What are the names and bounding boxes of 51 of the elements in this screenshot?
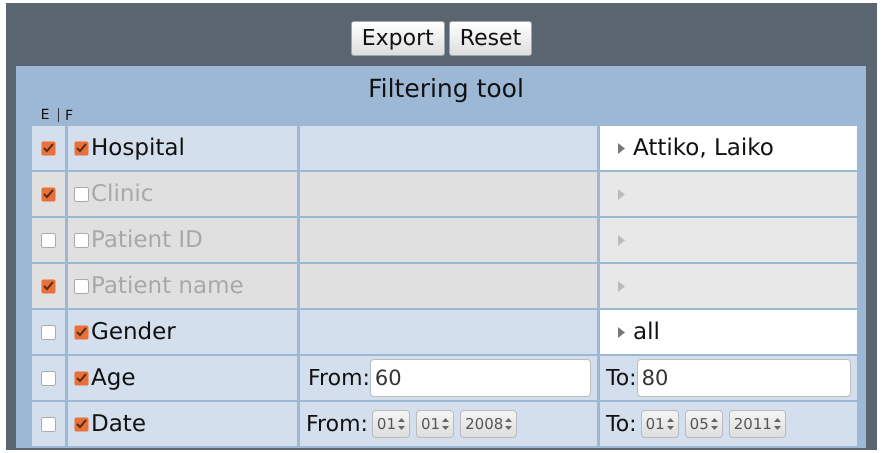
date-spinner[interactable]: 01 (640, 410, 679, 438)
expand-triangle-icon (618, 326, 625, 338)
to-label: To: (606, 366, 637, 390)
toolbar-button[interactable]: Reset (448, 21, 532, 56)
checked-checkbox[interactable] (74, 416, 89, 432)
field-label: Gender (91, 319, 176, 345)
date-spinner[interactable]: 05 (684, 410, 723, 438)
spinner-arrows-icon (398, 417, 406, 431)
field-label: Clinic (91, 181, 154, 207)
checkbox[interactable] (41, 324, 56, 340)
from-label: From: (306, 412, 368, 436)
expand-triangle-icon (618, 234, 625, 246)
date-spinner[interactable]: 01 (416, 410, 454, 438)
toolbar-button[interactable]: Export (350, 21, 445, 56)
checked-checkbox[interactable] (74, 324, 89, 340)
checked-checkbox[interactable] (74, 370, 89, 386)
checked-checkbox[interactable] (41, 140, 56, 156)
checkbox[interactable] (41, 416, 56, 432)
column-header: E (32, 108, 59, 122)
checkbox[interactable] (41, 232, 56, 248)
field-label: Age (91, 365, 136, 391)
date-spinner[interactable]: 2008 (460, 410, 518, 438)
to-input[interactable]: 80 (636, 359, 851, 397)
from-label: From: (308, 366, 370, 390)
checkbox[interactable] (74, 278, 89, 294)
value-dropdown[interactable]: Attiko, Laiko (600, 126, 857, 170)
checkbox[interactable] (74, 232, 89, 248)
date-spinner[interactable]: 01 (372, 410, 410, 438)
checked-checkbox[interactable] (74, 140, 89, 156)
column-header: F (64, 108, 74, 124)
from-input[interactable]: 60 (370, 359, 591, 397)
spinner-arrows-icon (774, 417, 781, 431)
checkbox[interactable] (41, 370, 56, 386)
checked-checkbox[interactable] (41, 278, 56, 294)
field-label: Patient ID (91, 227, 203, 253)
field-label: Hospital (91, 135, 185, 161)
panel-title: Filtering tool (367, 73, 525, 102)
spinner-arrows-icon (666, 417, 674, 431)
checked-checkbox[interactable] (41, 186, 56, 202)
expand-triangle-icon (618, 142, 625, 154)
spinner-arrows-icon (505, 417, 512, 431)
checkbox[interactable] (74, 186, 89, 202)
date-spinner[interactable]: 2011 (728, 410, 786, 438)
expand-triangle-icon (618, 280, 625, 292)
spinner-arrows-icon (442, 417, 450, 431)
expand-triangle-icon (618, 188, 625, 200)
to-label: To: (606, 412, 637, 436)
field-label: Date (91, 411, 146, 437)
value-dropdown[interactable]: all (600, 310, 857, 354)
field-label: Patient name (91, 273, 244, 299)
spinner-arrows-icon (710, 417, 718, 431)
